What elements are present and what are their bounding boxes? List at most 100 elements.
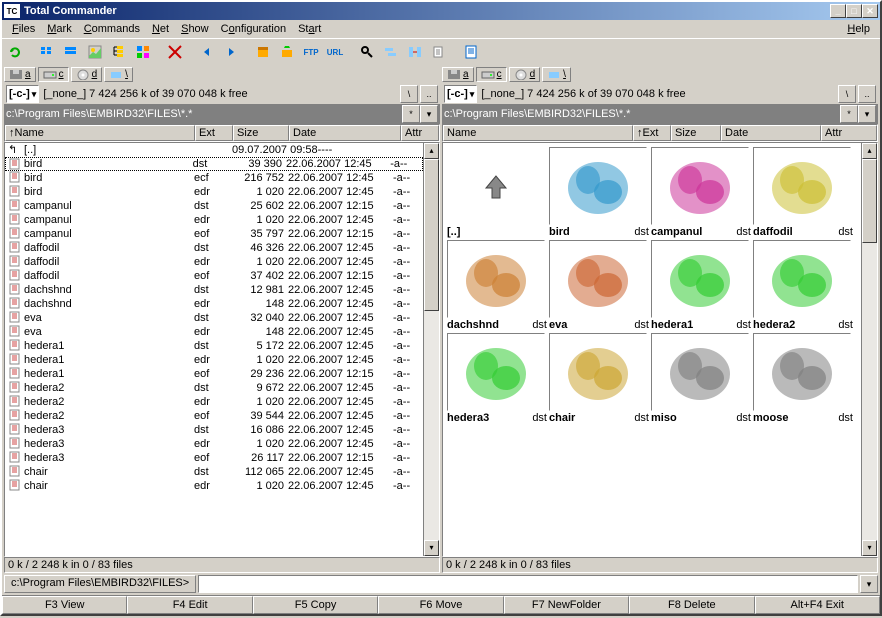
fn-button[interactable]: F7 NewFolder [504, 596, 629, 614]
file-row[interactable]: dachshndedr14822.06.2007 12:45-a-- [5, 297, 439, 311]
thumbnail[interactable]: moosedst [753, 333, 853, 424]
fn-button[interactable]: F6 Move [378, 596, 503, 614]
file-row[interactable]: birdedr1 02022.06.2007 12:45-a-- [5, 185, 439, 199]
header-attr[interactable]: Attr [401, 125, 439, 141]
menu-net[interactable]: Net [146, 21, 175, 37]
header-size[interactable]: Size [233, 125, 289, 141]
refresh-icon[interactable] [4, 41, 26, 63]
thumbnail[interactable]: misodst [651, 333, 751, 424]
header-date[interactable]: Date [721, 125, 821, 141]
copy-names-icon[interactable] [428, 41, 450, 63]
file-row[interactable]: ↰[..]09.07.2007 09:58---- [5, 143, 439, 157]
drive-d-button[interactable]: d [71, 67, 103, 82]
file-row[interactable]: hedera2eof39 54422.06.2007 12:45-a-- [5, 409, 439, 423]
thumbnail[interactable]: hedera1dst [651, 240, 751, 331]
thumbnail[interactable]: evadst [549, 240, 649, 331]
view-all-icon[interactable] [132, 41, 154, 63]
file-row[interactable]: campanuldst25 60222.06.2007 12:15-a-- [5, 199, 439, 213]
scrollbar[interactable]: ▴▾ [861, 143, 877, 556]
thumbnail[interactable]: daffodildst [753, 147, 853, 238]
file-row[interactable]: daffodildst46 32622.06.2007 12:45-a-- [5, 241, 439, 255]
file-row[interactable]: hedera3edr1 02022.06.2007 12:45-a-- [5, 437, 439, 451]
root-button[interactable]: \ [400, 85, 418, 103]
favorites-button[interactable]: ▾ [858, 105, 876, 123]
sync-icon[interactable] [404, 41, 426, 63]
fn-button[interactable]: F5 Copy [253, 596, 378, 614]
thumbnail[interactable]: hedera3dst [447, 333, 547, 424]
file-row[interactable]: evadst32 04022.06.2007 12:45-a-- [5, 311, 439, 325]
ftp-icon[interactable]: FTP [300, 41, 322, 63]
file-row[interactable]: hedera2dst9 67222.06.2007 12:45-a-- [5, 381, 439, 395]
minimize-button[interactable]: _ [830, 4, 846, 18]
view-brief-icon[interactable] [36, 41, 58, 63]
fn-button[interactable]: F3 View [2, 596, 127, 614]
header-ext[interactable]: Ext [195, 125, 233, 141]
multirename-icon[interactable] [380, 41, 402, 63]
file-list[interactable]: ↰[..]09.07.2007 09:58----birddst39 39022… [4, 142, 440, 557]
thumbnail[interactable]: dachshnddst [447, 240, 547, 331]
parent-button[interactable]: .. [420, 85, 438, 103]
file-row[interactable]: birddst39 39022.06.2007 12:45-a-- [5, 157, 423, 171]
header-date[interactable]: Date [289, 125, 401, 141]
view-full-icon[interactable] [60, 41, 82, 63]
scroll-up-button[interactable]: ▴ [862, 143, 877, 159]
scroll-down-button[interactable]: ▾ [862, 540, 877, 556]
thumbnail[interactable]: birddst [549, 147, 649, 238]
drive-\-button[interactable]: \ [542, 67, 571, 82]
root-button[interactable]: \ [838, 85, 856, 103]
scroll-up-button[interactable]: ▴ [424, 143, 439, 159]
file-row[interactable]: chairedr1 02022.06.2007 12:45-a-- [5, 479, 439, 493]
drive-combo[interactable]: [-c-] [444, 85, 477, 103]
cmd-input[interactable] [198, 575, 858, 593]
menu-configuration[interactable]: Configuration [215, 21, 292, 37]
url-icon[interactable]: URL [324, 41, 346, 63]
file-row[interactable]: campanuledr1 02022.06.2007 12:45-a-- [5, 213, 439, 227]
fn-button[interactable]: F4 Edit [127, 596, 252, 614]
drive-c-button[interactable]: c [38, 67, 69, 82]
fn-button[interactable]: Alt+F4 Exit [755, 596, 880, 614]
file-row[interactable]: hedera3dst16 08622.06.2007 12:45-a-- [5, 423, 439, 437]
file-row[interactable]: hedera3eof26 11722.06.2007 12:15-a-- [5, 451, 439, 465]
thumb-list[interactable]: [..]birddstcampanuldstdaffodildst dachshn… [442, 142, 878, 557]
invert-icon[interactable] [164, 41, 186, 63]
favorites-button[interactable]: ▾ [420, 105, 438, 123]
file-row[interactable]: evaedr14822.06.2007 12:45-a-- [5, 325, 439, 339]
forward-icon[interactable] [220, 41, 242, 63]
path-bar[interactable]: c:\Program Files\EMBIRD32\FILES\*.**▾ [4, 104, 440, 124]
search-icon[interactable] [356, 41, 378, 63]
maximize-button[interactable]: □ [846, 4, 862, 18]
thumbnail[interactable]: hedera2dst [753, 240, 853, 331]
unpack-icon[interactable] [276, 41, 298, 63]
notepad-icon[interactable] [460, 41, 482, 63]
pack-icon[interactable] [252, 41, 274, 63]
history-button[interactable]: * [402, 105, 420, 123]
file-row[interactable]: hedera1edr1 02022.06.2007 12:45-a-- [5, 353, 439, 367]
file-row[interactable]: hedera1dst5 17222.06.2007 12:45-a-- [5, 339, 439, 353]
close-button[interactable]: ✕ [862, 4, 878, 18]
file-row[interactable]: daffodiledr1 02022.06.2007 12:45-a-- [5, 255, 439, 269]
menu-mark[interactable]: Mark [41, 21, 77, 37]
parent-button[interactable]: .. [858, 85, 876, 103]
view-tree-icon[interactable] [108, 41, 130, 63]
menu-start[interactable]: Start [292, 21, 327, 37]
file-row[interactable]: campanuleof35 79722.06.2007 12:15-a-- [5, 227, 439, 241]
header-name[interactable]: Name [443, 125, 633, 141]
thumbnail[interactable]: campanuldst [651, 147, 751, 238]
back-icon[interactable] [196, 41, 218, 63]
header-size[interactable]: Size [671, 125, 721, 141]
drive-d-button[interactable]: d [509, 67, 541, 82]
header-attr[interactable]: Attr [821, 125, 877, 141]
file-row[interactable]: dachshnddst12 98122.06.2007 12:45-a-- [5, 283, 439, 297]
thumbnail[interactable]: [..] [447, 147, 547, 238]
fn-button[interactable]: F8 Delete [629, 596, 754, 614]
file-row[interactable]: hedera2edr1 02022.06.2007 12:45-a-- [5, 395, 439, 409]
cmd-dropdown-button[interactable]: ▾ [860, 575, 878, 593]
drive-a-button[interactable]: a [442, 67, 474, 82]
drive-a-button[interactable]: a [4, 67, 36, 82]
menu-commands[interactable]: Commands [78, 21, 146, 37]
drive-c-button[interactable]: c [476, 67, 507, 82]
file-row[interactable]: daffodileof37 40222.06.2007 12:15-a-- [5, 269, 439, 283]
header-name[interactable]: ↑Name [5, 125, 195, 141]
header-ext[interactable]: ↑Ext [633, 125, 671, 141]
file-row[interactable]: hedera1eof29 23622.06.2007 12:15-a-- [5, 367, 439, 381]
